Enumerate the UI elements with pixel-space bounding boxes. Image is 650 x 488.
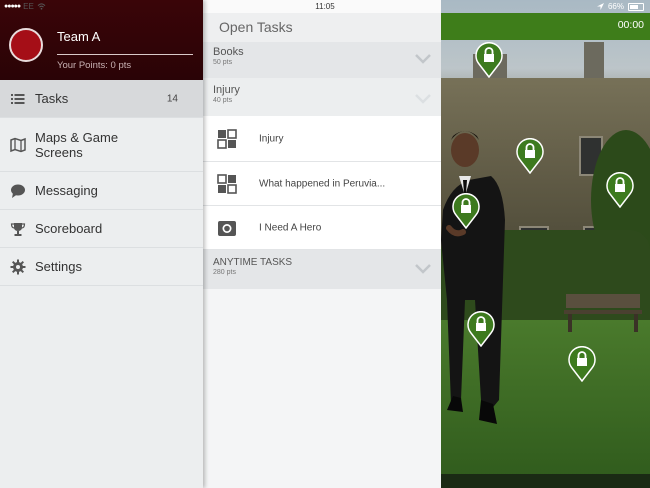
task-label: What happened in Peruvia... (259, 178, 386, 189)
battery-percent: 66% (607, 2, 624, 11)
sidebar-item-label: Maps & Game Screens (35, 129, 119, 160)
team-name: Team A (57, 29, 101, 44)
lock-pin-icon[interactable] (467, 311, 495, 347)
chevron-down-icon (415, 94, 431, 104)
sidebar-item-messaging[interactable]: Messaging (0, 172, 203, 210)
gear-icon (10, 259, 26, 274)
sidebar-item-label: Settings (35, 259, 82, 274)
section-title: ANYTIME TASKS (213, 257, 293, 268)
profile-divider (57, 54, 193, 55)
sidebar-item-label: Tasks (35, 91, 69, 106)
battery-icon (628, 2, 644, 11)
sidebar-item-settings[interactable]: Settings (0, 248, 203, 286)
sidebar-item-label: Messaging (35, 183, 98, 198)
task-section-books[interactable]: Books 50 pts (203, 42, 441, 78)
tasks-count-badge: 14 (166, 93, 178, 104)
list-icon (11, 93, 25, 104)
map-bottom-bar (441, 474, 650, 488)
map-icon (10, 137, 26, 152)
section-points: 280 pts (213, 269, 236, 276)
page-title: Open Tasks (203, 13, 441, 42)
task-row[interactable]: I Need A Hero (203, 206, 441, 250)
grid-icon (217, 173, 237, 194)
clock: 11:05 (315, 2, 335, 11)
chevron-down-icon (415, 264, 431, 274)
lock-pin-icon[interactable] (475, 42, 503, 78)
task-label: Injury (259, 133, 284, 144)
chat-icon (11, 184, 25, 198)
tasks-panel: Open Tasks Books 50 pts Injury 40 pts In… (203, 0, 441, 488)
section-points: 50 pts (213, 59, 233, 66)
task-label: I Need A Hero (259, 222, 322, 233)
map-view[interactable]: 00:00 (441, 0, 650, 488)
lock-pin-icon[interactable] (452, 193, 480, 229)
tasks-empty-area (203, 289, 441, 488)
chevron-down-icon (415, 54, 431, 64)
trophy-icon (10, 222, 26, 236)
task-row[interactable]: What happened in Peruvia... (203, 162, 441, 206)
game-timer: 00:00 (617, 19, 644, 31)
lock-pin-icon[interactable] (568, 346, 596, 382)
sidebar: Team A Your Points: 0 pts Tasks 14 Maps … (0, 0, 203, 488)
sidebar-item-scoreboard[interactable]: Scoreboard (0, 210, 203, 248)
lock-pin-icon[interactable] (606, 172, 634, 208)
grid-icon (217, 128, 237, 149)
task-row[interactable]: Injury (203, 116, 441, 162)
section-title: Injury (213, 84, 240, 96)
task-section-anytime[interactable]: ANYTIME TASKS 280 pts (203, 250, 441, 289)
status-bar: ●●●●● EE 11:05 66% (0, 0, 650, 13)
avatar[interactable] (9, 28, 43, 62)
sidebar-item-maps[interactable]: Maps & Game Screens (0, 118, 203, 172)
section-points: 40 pts (213, 97, 233, 104)
camera-icon (218, 220, 236, 236)
location-icon (596, 3, 604, 10)
section-title: Books (213, 46, 244, 58)
task-section-injury[interactable]: Injury 40 pts (203, 78, 441, 116)
person-in-suit (441, 131, 505, 424)
lock-pin-icon[interactable] (516, 138, 544, 174)
team-points: Your Points: 0 pts (57, 60, 132, 71)
sidebar-item-label: Scoreboard (35, 221, 103, 236)
sidebar-item-tasks[interactable]: Tasks 14 (0, 80, 203, 118)
